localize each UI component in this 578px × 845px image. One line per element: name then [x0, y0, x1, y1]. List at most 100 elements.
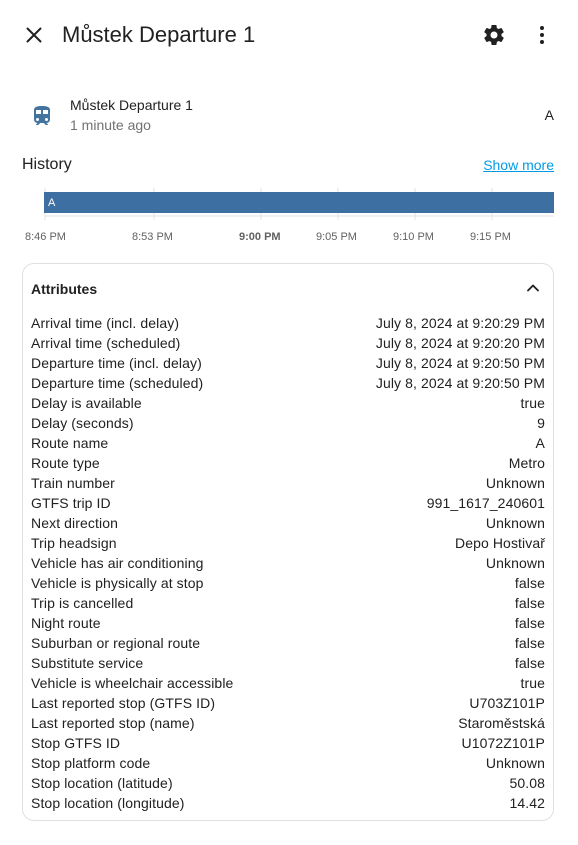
attribute-key: Delay (seconds): [31, 415, 134, 431]
attribute-row: Delay (seconds) 9: [31, 413, 545, 433]
attribute-key: Next direction: [31, 515, 118, 531]
attribute-value: Unknown: [485, 555, 545, 571]
attribute-row: Stop location (latitude) 50.08: [31, 773, 545, 793]
attribute-value: true: [520, 395, 545, 411]
attribute-key: Route type: [31, 455, 100, 471]
attribute-key: Delay is available: [31, 395, 142, 411]
attribute-row: Vehicle is physically at stop false: [31, 573, 545, 593]
attribute-key: Departure time (scheduled): [31, 375, 204, 391]
more-info-dialog: Můstek Departure 1 Můstek Departure 1 1 …: [0, 0, 578, 845]
attributes-title: Attributes: [31, 281, 98, 297]
attribute-value: Unknown: [485, 475, 545, 491]
timeline-tick-label: 9:00 PM: [239, 231, 281, 243]
attribute-row: Last reported stop (GTFS ID) U703Z101P: [31, 693, 545, 713]
timeline-state-bar[interactable]: [44, 192, 554, 213]
attribute-key: Suburban or regional route: [31, 635, 201, 651]
attribute-key: GTFS trip ID: [31, 495, 111, 511]
attribute-row: GTFS trip ID 991_1617_240601: [31, 493, 545, 513]
attribute-row: Trip headsign Depo Hostivař: [31, 533, 545, 553]
attributes-header[interactable]: Attributes: [23, 264, 553, 312]
attribute-row: Trip is cancelled false: [31, 593, 545, 613]
attribute-key: Trip is cancelled: [31, 595, 134, 611]
attribute-value: false: [514, 655, 545, 671]
attribute-value: U1072Z101P: [461, 735, 545, 751]
timeline-tick-label: 8:46 PM: [25, 231, 66, 243]
attribute-key: Stop location (longitude): [31, 795, 185, 811]
attribute-row: Train number Unknown: [31, 473, 545, 493]
attribute-key: Departure time (incl. delay): [31, 355, 202, 371]
attribute-value: false: [514, 575, 545, 591]
entity-last-changed: 1 minute ago: [70, 117, 151, 133]
attribute-row: Delay is available true: [31, 393, 545, 413]
attribute-row: Vehicle is wheelchair accessible true: [31, 673, 545, 693]
timeline-tick-label: 8:53 PM: [132, 231, 173, 243]
attribute-row: Stop GTFS ID U1072Z101P: [31, 733, 545, 753]
history-timeline[interactable]: A 8:46 PM 8:53 PM 9:00 PM 9:05 PM 9:10 PM 9:1…: [22, 184, 556, 254]
attribute-value: 991_1617_240601: [426, 495, 545, 511]
dots-vertical-icon: [540, 26, 544, 44]
attribute-value: July 8, 2024 at 9:20:50 PM: [375, 355, 545, 371]
attribute-value: false: [514, 635, 545, 651]
attribute-value: July 8, 2024 at 9:20:20 PM: [375, 335, 545, 351]
attribute-row: Next direction Unknown: [31, 513, 545, 533]
attribute-key: Train number: [31, 475, 115, 491]
attribute-key: Arrival time (incl. delay): [31, 315, 180, 331]
attribute-key: Vehicle is wheelchair accessible: [31, 675, 234, 691]
attribute-key: Route name: [31, 435, 109, 451]
attribute-row: Departure time (incl. delay) July 8, 2024…: [31, 353, 545, 373]
attribute-key: Stop location (latitude): [31, 775, 173, 791]
attribute-row: Suburban or regional route false: [31, 633, 545, 653]
attribute-value: Staroměstská: [458, 715, 545, 731]
attribute-key: Arrival time (scheduled): [31, 335, 181, 351]
attributes-list: Arrival time (incl. delay) July 8, 2024 a…: [31, 313, 545, 813]
attribute-key: Stop platform code: [31, 755, 151, 771]
attribute-key: Vehicle is physically at stop: [31, 575, 204, 591]
entity-state: A: [544, 107, 554, 123]
attribute-key: Night route: [31, 615, 101, 631]
close-button[interactable]: [14, 15, 54, 55]
timeline-tick-label: 9:05 PM: [316, 231, 357, 243]
attribute-value: 14.42: [509, 795, 545, 811]
attribute-value: A: [535, 435, 545, 451]
timeline-tick-label: 9:10 PM: [393, 231, 434, 243]
attribute-value: false: [514, 615, 545, 631]
attribute-row: Arrival time (scheduled) July 8, 2024 at …: [31, 333, 545, 353]
attribute-row: Last reported stop (name) Staroměstská: [31, 713, 545, 733]
attribute-value: false: [514, 595, 545, 611]
attribute-value: July 8, 2024 at 9:20:29 PM: [375, 315, 545, 331]
attribute-row: Substitute service false: [31, 653, 545, 673]
entity-row: Můstek Departure 1 1 minute ago A: [22, 92, 556, 140]
gear-icon: [484, 25, 504, 45]
timeline-bar-label: A: [48, 197, 56, 209]
close-icon: [26, 27, 42, 43]
attribute-key: Substitute service: [31, 655, 144, 671]
dialog-header: Můstek Departure 1: [0, 0, 578, 70]
attributes-panel: Attributes Arrival time (incl. delay) Jul…: [22, 263, 554, 821]
attribute-value: Unknown: [485, 515, 545, 531]
attribute-key: Stop GTFS ID: [31, 735, 121, 751]
timeline-axis: 8:46 PM 8:53 PM 9:00 PM 9:05 PM 9:10 PM 9:15 …: [25, 231, 511, 243]
attribute-value: Metro: [508, 455, 545, 471]
attribute-row: Stop platform code Unknown: [31, 753, 545, 773]
attribute-value: 50.08: [509, 775, 545, 791]
attribute-row: Vehicle has air conditioning Unknown: [31, 553, 545, 573]
attribute-value: U703Z101P: [469, 695, 545, 711]
history-title: History: [22, 156, 72, 173]
attribute-row: Departure time (scheduled) July 8, 2024 a…: [31, 373, 545, 393]
show-more-link[interactable]: Show more: [483, 157, 554, 173]
settings-button[interactable]: [474, 15, 514, 55]
attribute-key: Vehicle has air conditioning: [31, 555, 204, 571]
more-options-button[interactable]: [522, 15, 562, 55]
chevron-up-icon: [527, 284, 539, 292]
attribute-row: Route type Metro: [31, 453, 545, 473]
train-icon: [34, 106, 50, 125]
attribute-key: Last reported stop (name): [31, 715, 195, 731]
attribute-key: Trip headsign: [31, 535, 117, 551]
dialog-title: Můstek Departure 1: [62, 22, 256, 47]
attribute-value: 9: [537, 415, 545, 431]
attribute-value: Unknown: [485, 755, 545, 771]
attribute-key: Last reported stop (GTFS ID): [31, 695, 216, 711]
attribute-value: Depo Hostivař: [454, 535, 545, 551]
attribute-value: true: [520, 675, 545, 691]
attribute-row: Arrival time (incl. delay) July 8, 2024 a…: [31, 313, 545, 333]
